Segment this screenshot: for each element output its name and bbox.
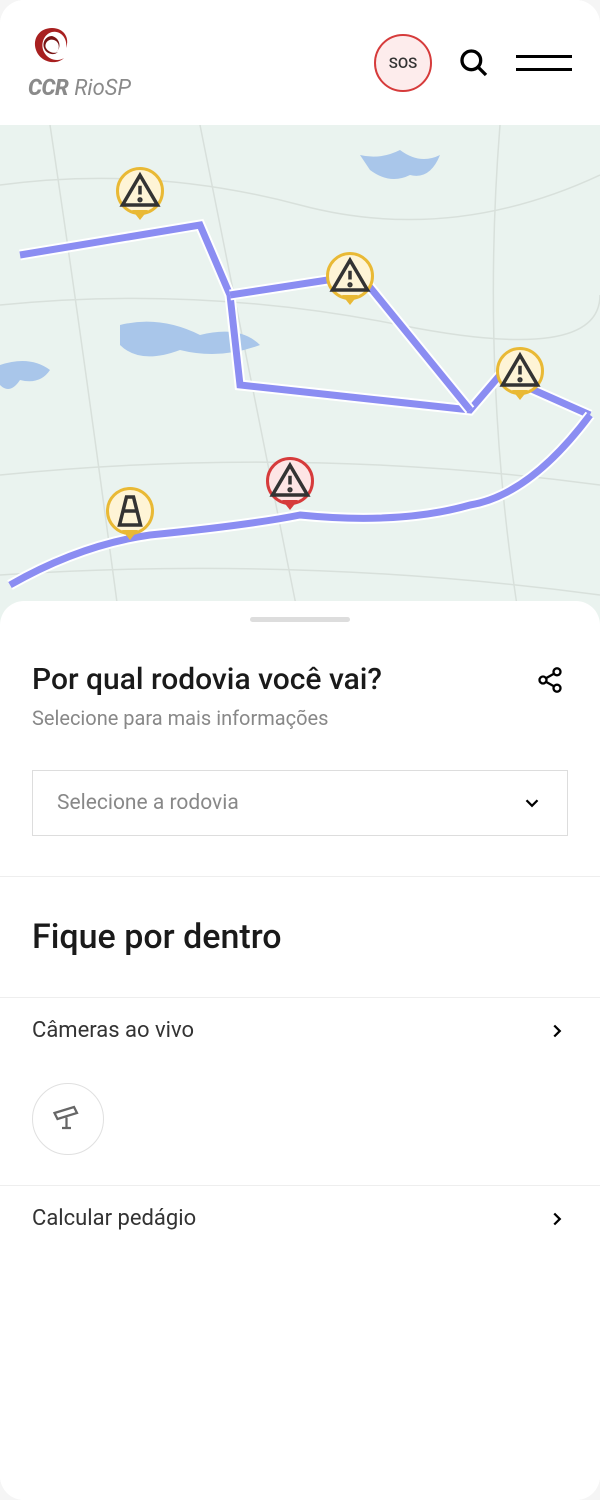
- camera-thumbnail[interactable]: [32, 1083, 104, 1155]
- warning-icon: [119, 170, 161, 212]
- highway-select[interactable]: Selecione a rodovia: [32, 770, 568, 836]
- warning-icon: [269, 460, 311, 502]
- map-marker-warning[interactable]: [326, 252, 374, 300]
- share-button[interactable]: [532, 662, 568, 698]
- warning-icon: [499, 350, 541, 392]
- map-marker-construction[interactable]: [106, 487, 154, 535]
- map-marker-warning[interactable]: [496, 347, 544, 395]
- brand-main: CCR: [28, 76, 68, 101]
- chevron-right-icon: [546, 1208, 568, 1230]
- sos-label: SOS: [389, 54, 418, 72]
- share-icon: [536, 666, 564, 694]
- question-title: Por qual rodovia você vai?: [32, 662, 382, 697]
- header: CCR RioSP SOS: [0, 0, 600, 125]
- search-button[interactable]: [452, 41, 496, 85]
- menu-line-icon: [516, 68, 572, 71]
- list-item-label: Calcular pedágio: [32, 1206, 196, 1231]
- logo[interactable]: CCR RioSP: [28, 24, 354, 101]
- stay-informed-heading: Fique por dentro: [0, 877, 600, 997]
- map-marker-alert[interactable]: [266, 457, 314, 505]
- brand-sub: RioSP: [74, 76, 131, 101]
- sos-button[interactable]: SOS: [374, 34, 432, 92]
- list-item-label: Câmeras ao vivo: [32, 1018, 194, 1043]
- warning-icon: [329, 255, 371, 297]
- select-placeholder: Selecione a rodovia: [57, 791, 239, 815]
- camera-icon: [50, 1101, 86, 1137]
- drag-handle[interactable]: [250, 617, 350, 622]
- menu-line-icon: [516, 55, 572, 58]
- list-item-cameras[interactable]: Câmeras ao vivo: [0, 998, 600, 1063]
- bottom-panel: Por qual rodovia você vai? Selecione par…: [0, 601, 600, 1500]
- chevron-down-icon: [521, 792, 543, 814]
- logo-swirl-icon: [28, 24, 76, 72]
- map[interactable]: [0, 125, 600, 625]
- cone-icon: [109, 490, 151, 532]
- menu-button[interactable]: [516, 41, 572, 85]
- chevron-right-icon: [546, 1020, 568, 1042]
- map-marker-warning[interactable]: [116, 167, 164, 215]
- list-item-toll[interactable]: Calcular pedágio: [0, 1186, 600, 1251]
- search-icon: [458, 47, 490, 79]
- question-subtitle: Selecione para mais informações: [32, 706, 568, 730]
